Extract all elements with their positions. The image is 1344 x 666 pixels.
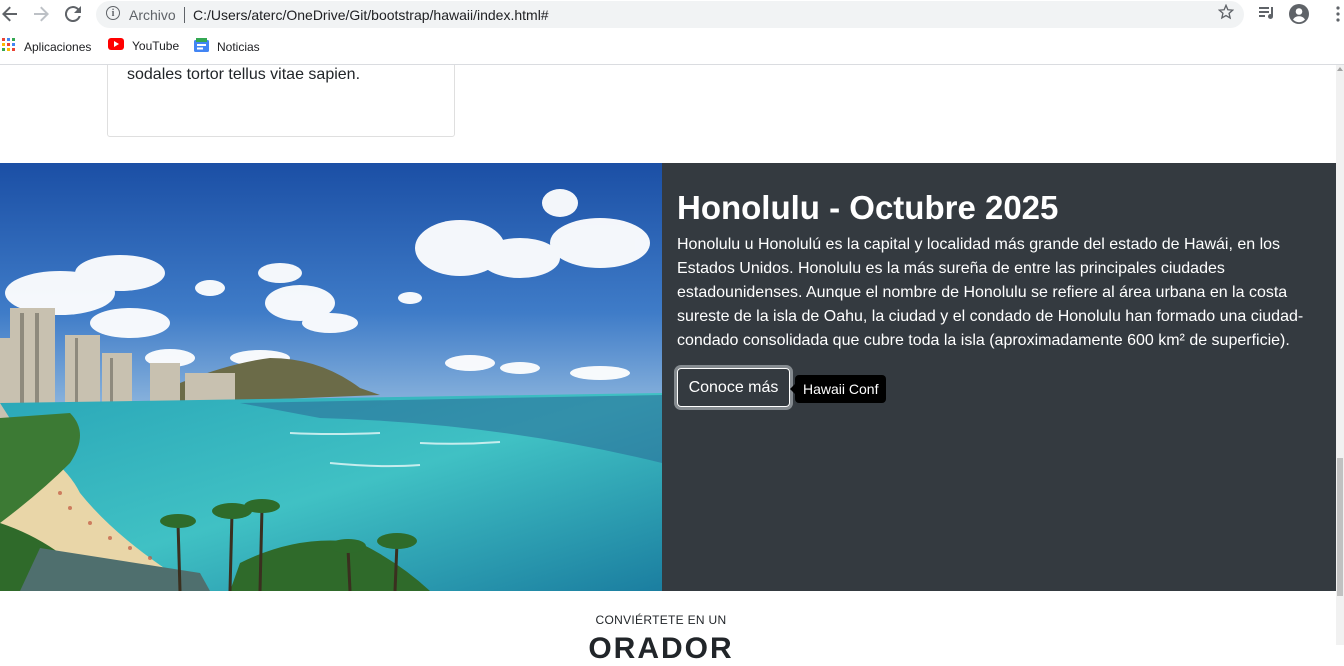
section-kicker: CONVIÉRTETE EN UN <box>595 613 727 627</box>
url-text[interactable]: C:/Users/aterc/OneDrive/Git/bootstrap/ha… <box>193 7 549 23</box>
bookmark-youtube[interactable]: YouTube <box>108 38 179 53</box>
account-icon[interactable] <box>1289 4 1309 29</box>
hero-content-panel: Honolulu - Octubre 2025 Honolulu u Honol… <box>662 163 1336 591</box>
scroll-up-arrow[interactable] <box>1337 67 1343 71</box>
info-icon[interactable]: i <box>106 6 120 20</box>
bookmark-label: YouTube <box>132 38 180 53</box>
news-icon <box>194 38 209 55</box>
tooltip-arrow <box>790 384 795 394</box>
menu-dots-icon[interactable] <box>1335 6 1341 27</box>
bookmark-apps[interactable]: Aplicaciones <box>2 38 91 55</box>
address-bar[interactable]: i Archivo C:/Users/aterc/OneDrive/Git/bo… <box>96 1 1244 28</box>
apps-grid-icon <box>2 38 16 55</box>
hero-title: Honolulu - Octubre 2025 <box>677 189 1059 226</box>
youtube-icon <box>108 38 124 53</box>
button-tooltip: Hawaii Conf <box>790 375 887 403</box>
browser-toolbar: i Archivo C:/Users/aterc/OneDrive/Git/bo… <box>0 0 1344 65</box>
forward-icon[interactable] <box>30 3 52 25</box>
hero-section: Honolulu - Octubre 2025 Honolulu u Honol… <box>0 163 1336 591</box>
learn-more-button[interactable]: Conoce más <box>677 368 790 407</box>
back-icon[interactable] <box>0 3 21 25</box>
bookmark-label: Noticias <box>217 39 260 54</box>
omnibox-divider <box>184 7 185 23</box>
media-queue-icon[interactable] <box>1258 4 1276 27</box>
reload-icon[interactable] <box>62 3 84 25</box>
hero-description: Honolulu u Honolulú es la capital y loca… <box>677 236 1304 349</box>
bookmark-label: Aplicaciones <box>24 39 92 54</box>
tooltip-text: Hawaii Conf <box>803 381 879 397</box>
section-title: ORADOR <box>588 632 734 665</box>
scrollbar-thumb[interactable] <box>1337 458 1343 596</box>
bookmark-news[interactable]: Noticias <box>194 38 260 55</box>
honolulu-beach-image <box>0 163 662 591</box>
star-icon[interactable] <box>1217 3 1235 25</box>
omnibox-label: Archivo <box>129 7 176 23</box>
bookmarks-bar: Aplicaciones YouTube Noticias <box>0 36 600 58</box>
